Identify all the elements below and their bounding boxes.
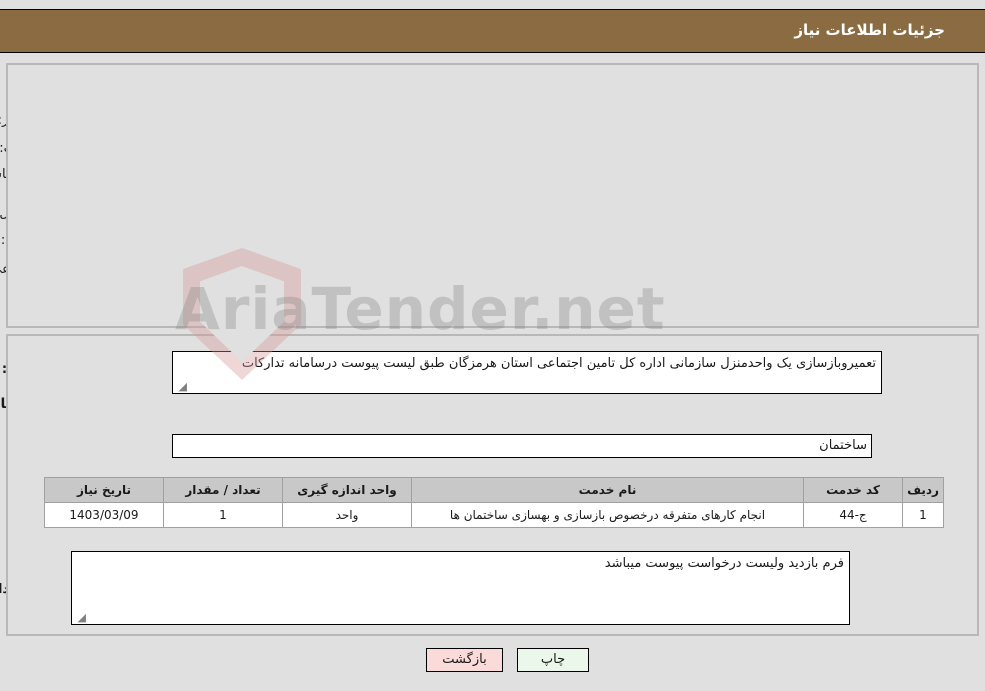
column-header-unit: واحد اندازه گیری [282, 477, 412, 503]
column-header-radif: ردیف [902, 477, 944, 503]
page-header-bar: جزئیات اطلاعات نیاز [0, 9, 985, 53]
page-title: جزئیات اطلاعات نیاز [794, 21, 945, 39]
back-button[interactable]: بازگشت [426, 648, 503, 672]
buyer-notes-value: فرم بازدید ولیست درخواست پیوست میباشد [604, 556, 844, 571]
print-button[interactable]: چاپ [517, 648, 589, 672]
resize-grip-icon: ◢ [178, 380, 187, 393]
column-header-quantity: تعداد / مقدار [163, 477, 283, 503]
cell-quantity: 1 [163, 502, 283, 528]
resize-grip-icon: ◢ [77, 611, 86, 624]
need-info-panel [6, 63, 979, 328]
general-desc-value: تعمیروبازسازی یک واحدمنزل سازمانی اداره … [241, 356, 876, 371]
cell-unit: واحد [282, 502, 412, 528]
page-root: AriaTender.net جزئیات اطلاعات نیاز شماره… [0, 0, 985, 691]
column-header-need-date: تاریخ نیاز [44, 477, 164, 503]
column-header-service-code: کد خدمت [803, 477, 903, 503]
table-header-row: ردیف کد خدمت نام خدمت واحد اندازه گیری ت… [44, 477, 944, 503]
cell-radif: 1 [902, 502, 944, 528]
column-header-service-name: نام خدمت [411, 477, 804, 503]
buyer-notes-box: فرم بازدید ولیست درخواست پیوست میباشد ◢ [71, 551, 850, 625]
general-desc-value-box: تعمیروبازسازی یک واحدمنزل سازمانی اداره … [172, 351, 882, 394]
cell-need-date: 1403/03/09 [44, 502, 164, 528]
cell-service-name: انجام کارهای متفرقه درخصوص بازسازی و بهس… [411, 502, 804, 528]
table-row: 1 ج-44 انجام کارهای متفرقه درخصوص بازساز… [44, 502, 944, 528]
cell-service-code: ج-44 [803, 502, 903, 528]
service-group-value: ساختمان [172, 434, 872, 458]
service-items-table: ردیف کد خدمت نام خدمت واحد اندازه گیری ت… [44, 477, 944, 528]
